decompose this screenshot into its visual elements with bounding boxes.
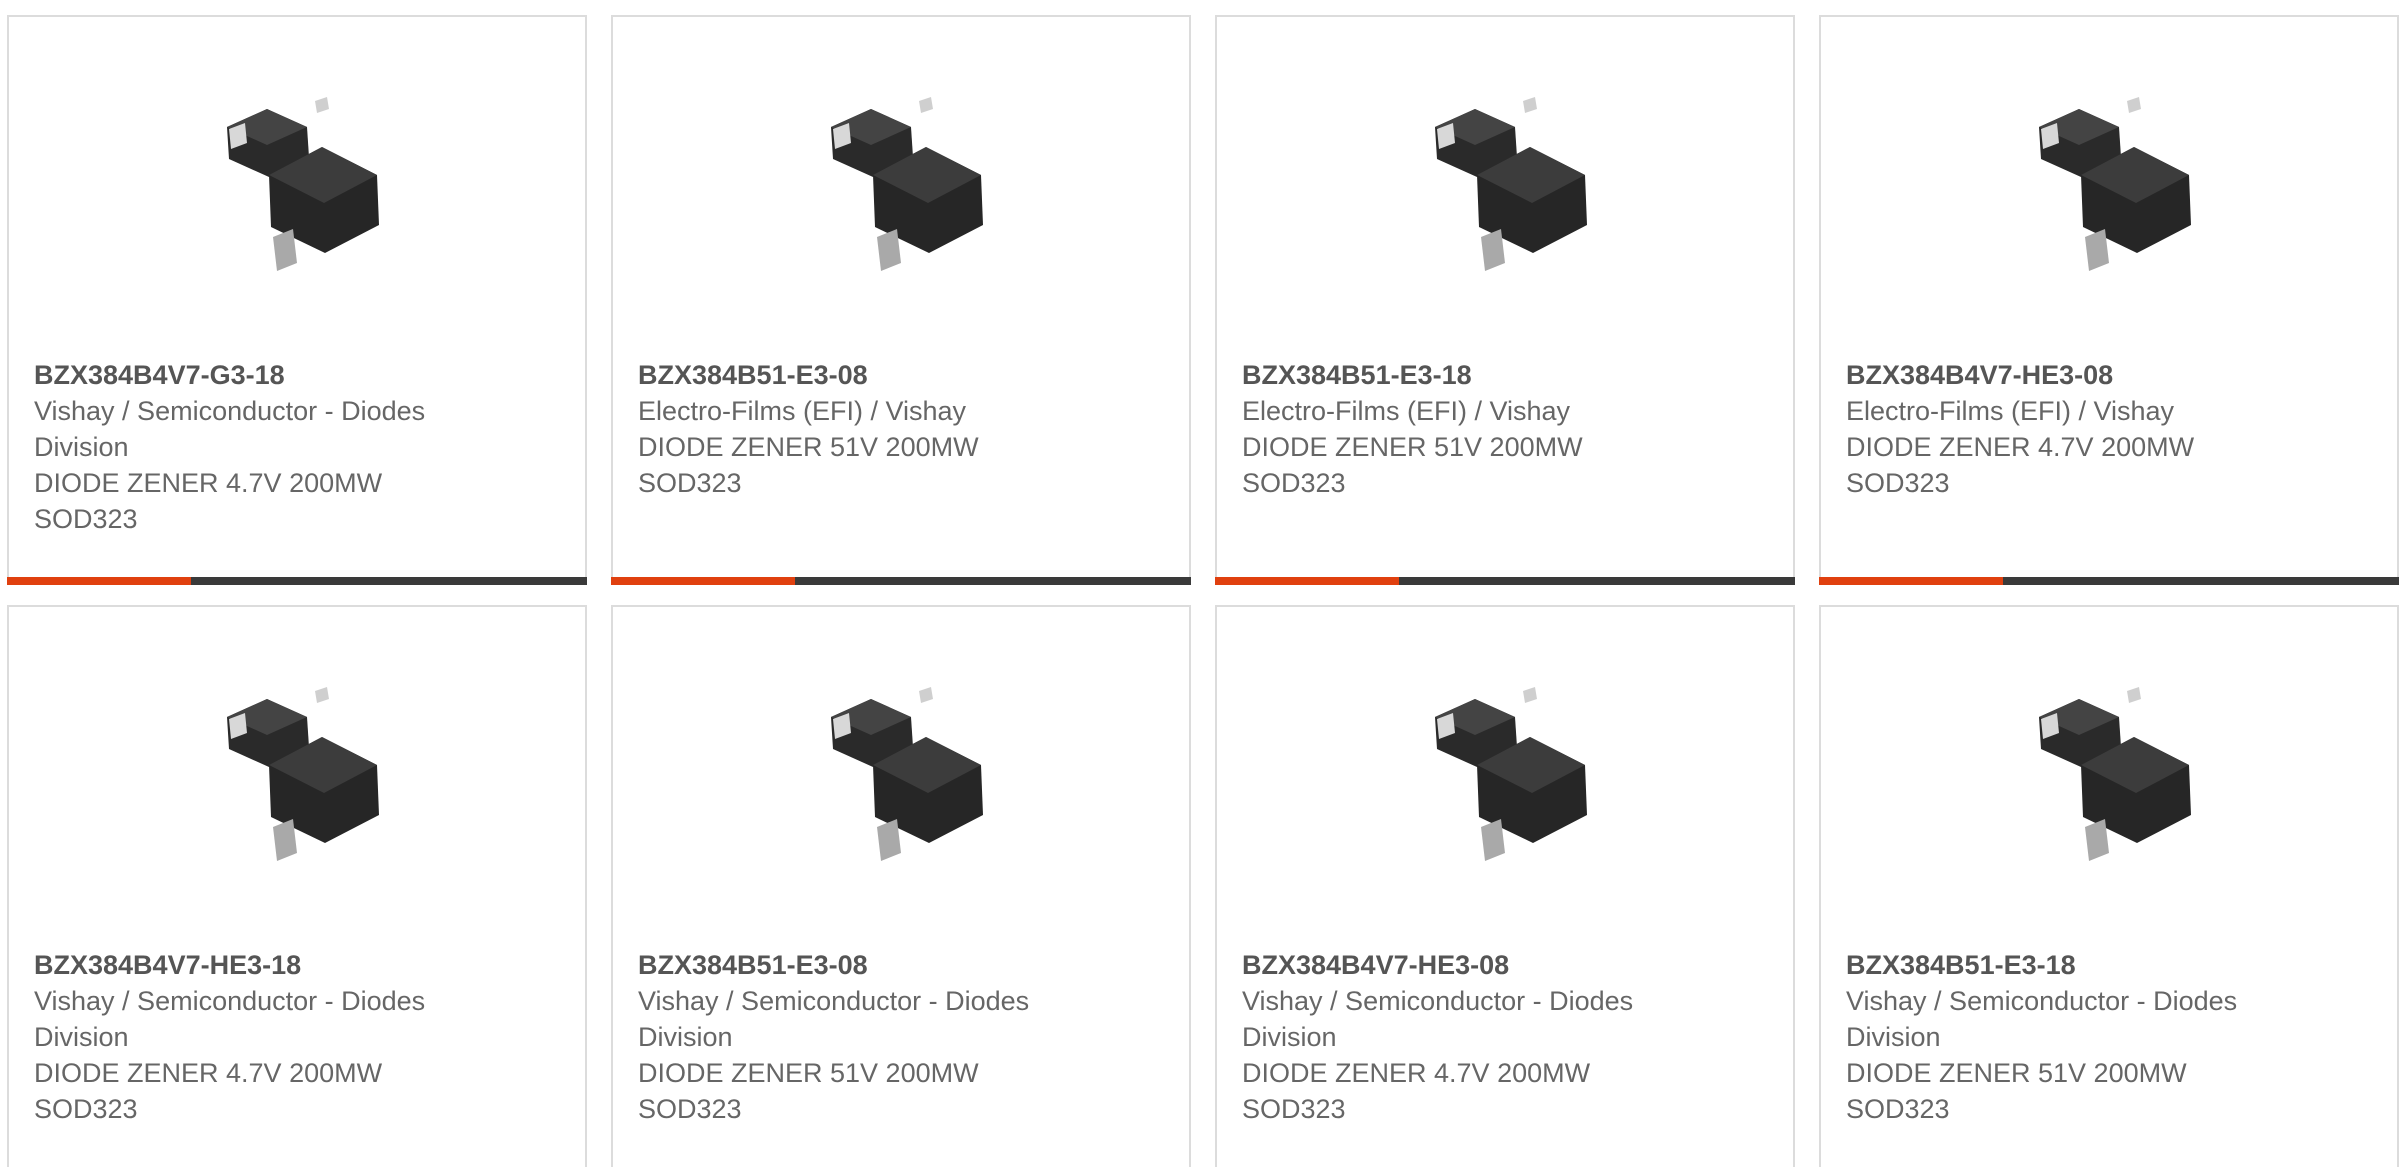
product-card[interactable]: BZX384B4V7-HE3-08 Electro-Films (EFI) / … — [1819, 15, 2399, 585]
package-text: SOD323 — [34, 504, 138, 534]
manufacturer-text: Vishay / Semiconductor - Diodes Division — [638, 986, 1030, 1052]
description-text: DIODE ZENER 51V 200MW — [1846, 1058, 2187, 1088]
description-text: DIODE ZENER 4.7V 200MW — [1242, 1058, 1591, 1088]
description-text: DIODE ZENER 51V 200MW — [638, 432, 979, 462]
package-text: SOD323 — [1242, 1094, 1346, 1124]
card-accent-fill — [7, 577, 191, 585]
card-accent-bar — [1819, 577, 2399, 585]
manufacturer-text: Vishay / Semiconductor - Diodes Division — [34, 396, 426, 462]
diode-package-icon — [2039, 687, 2191, 861]
card-accent-fill — [611, 577, 795, 585]
manufacturer-text: Vishay / Semiconductor - Diodes Division — [1846, 986, 2238, 1052]
part-number-link[interactable]: BZX384B51-E3-18 — [1242, 357, 1702, 393]
description-text: DIODE ZENER 4.7V 200MW — [34, 1058, 383, 1088]
diode-package-icon — [831, 687, 983, 861]
diode-package-icon — [2039, 97, 2191, 271]
package-text: SOD323 — [1846, 468, 1950, 498]
product-image[interactable] — [801, 677, 1001, 877]
product-info: BZX384B51-E3-08 Vishay / Semiconductor -… — [638, 947, 1098, 1127]
product-image[interactable] — [1405, 677, 1605, 877]
product-card[interactable]: BZX384B51-E3-08 Electro-Films (EFI) / Vi… — [611, 15, 1191, 585]
package-text: SOD323 — [638, 468, 742, 498]
product-image[interactable] — [1405, 87, 1605, 287]
card-accent-bar — [1215, 577, 1795, 585]
product-image[interactable] — [801, 87, 1001, 287]
part-number-link[interactable]: BZX384B51-E3-18 — [1846, 947, 2306, 983]
product-image[interactable] — [2009, 87, 2209, 287]
product-card[interactable]: BZX384B51-E3-08 Vishay / Semiconductor -… — [611, 605, 1191, 1167]
product-card[interactable]: BZX384B4V7-HE3-18 Vishay / Semiconductor… — [7, 605, 587, 1167]
product-info: BZX384B4V7-HE3-08 Electro-Films (EFI) / … — [1846, 357, 2306, 501]
product-card[interactable]: BZX384B4V7-HE3-08 Vishay / Semiconductor… — [1215, 605, 1795, 1167]
product-image[interactable] — [197, 87, 397, 287]
diode-package-icon — [227, 687, 379, 861]
package-text: SOD323 — [638, 1094, 742, 1124]
product-card[interactable]: BZX384B51-E3-18 Vishay / Semiconductor -… — [1819, 605, 2399, 1167]
product-card[interactable]: BZX384B4V7-G3-18 Vishay / Semiconductor … — [7, 15, 587, 585]
manufacturer-text: Electro-Films (EFI) / Vishay — [638, 396, 967, 426]
diode-package-icon — [1435, 97, 1587, 271]
manufacturer-text: Vishay / Semiconductor - Diodes Division — [34, 986, 426, 1052]
part-number-link[interactable]: BZX384B4V7-G3-18 — [34, 357, 494, 393]
product-info: BZX384B4V7-HE3-18 Vishay / Semiconductor… — [34, 947, 494, 1127]
part-number-link[interactable]: BZX384B4V7-HE3-08 — [1846, 357, 2306, 393]
product-card[interactable]: BZX384B51-E3-18 Electro-Films (EFI) / Vi… — [1215, 15, 1795, 585]
manufacturer-text: Electro-Films (EFI) / Vishay — [1846, 396, 2175, 426]
diode-package-icon — [1435, 687, 1587, 861]
diode-package-icon — [227, 97, 379, 271]
package-text: SOD323 — [34, 1094, 138, 1124]
card-accent-bar — [611, 577, 1191, 585]
diode-package-icon — [831, 97, 983, 271]
product-info: BZX384B51-E3-18 Electro-Films (EFI) / Vi… — [1242, 357, 1702, 501]
description-text: DIODE ZENER 4.7V 200MW — [1846, 432, 2195, 462]
part-number-link[interactable]: BZX384B51-E3-08 — [638, 947, 1098, 983]
package-text: SOD323 — [1846, 1094, 1950, 1124]
part-number-link[interactable]: BZX384B4V7-HE3-08 — [1242, 947, 1702, 983]
card-accent-bar — [7, 577, 587, 585]
product-info: BZX384B51-E3-18 Vishay / Semiconductor -… — [1846, 947, 2306, 1127]
product-grid: BZX384B4V7-G3-18 Vishay / Semiconductor … — [0, 0, 2400, 1167]
part-number-link[interactable]: BZX384B4V7-HE3-18 — [34, 947, 494, 983]
product-info: BZX384B4V7-HE3-08 Vishay / Semiconductor… — [1242, 947, 1702, 1127]
part-number-link[interactable]: BZX384B51-E3-08 — [638, 357, 1098, 393]
product-info: BZX384B51-E3-08 Electro-Films (EFI) / Vi… — [638, 357, 1098, 501]
description-text: DIODE ZENER 51V 200MW — [638, 1058, 979, 1088]
product-image[interactable] — [197, 677, 397, 877]
card-accent-fill — [1819, 577, 2003, 585]
manufacturer-text: Electro-Films (EFI) / Vishay — [1242, 396, 1571, 426]
package-text: SOD323 — [1242, 468, 1346, 498]
product-info: BZX384B4V7-G3-18 Vishay / Semiconductor … — [34, 357, 494, 537]
description-text: DIODE ZENER 4.7V 200MW — [34, 468, 383, 498]
product-image[interactable] — [2009, 677, 2209, 877]
description-text: DIODE ZENER 51V 200MW — [1242, 432, 1583, 462]
card-accent-fill — [1215, 577, 1399, 585]
manufacturer-text: Vishay / Semiconductor - Diodes Division — [1242, 986, 1634, 1052]
